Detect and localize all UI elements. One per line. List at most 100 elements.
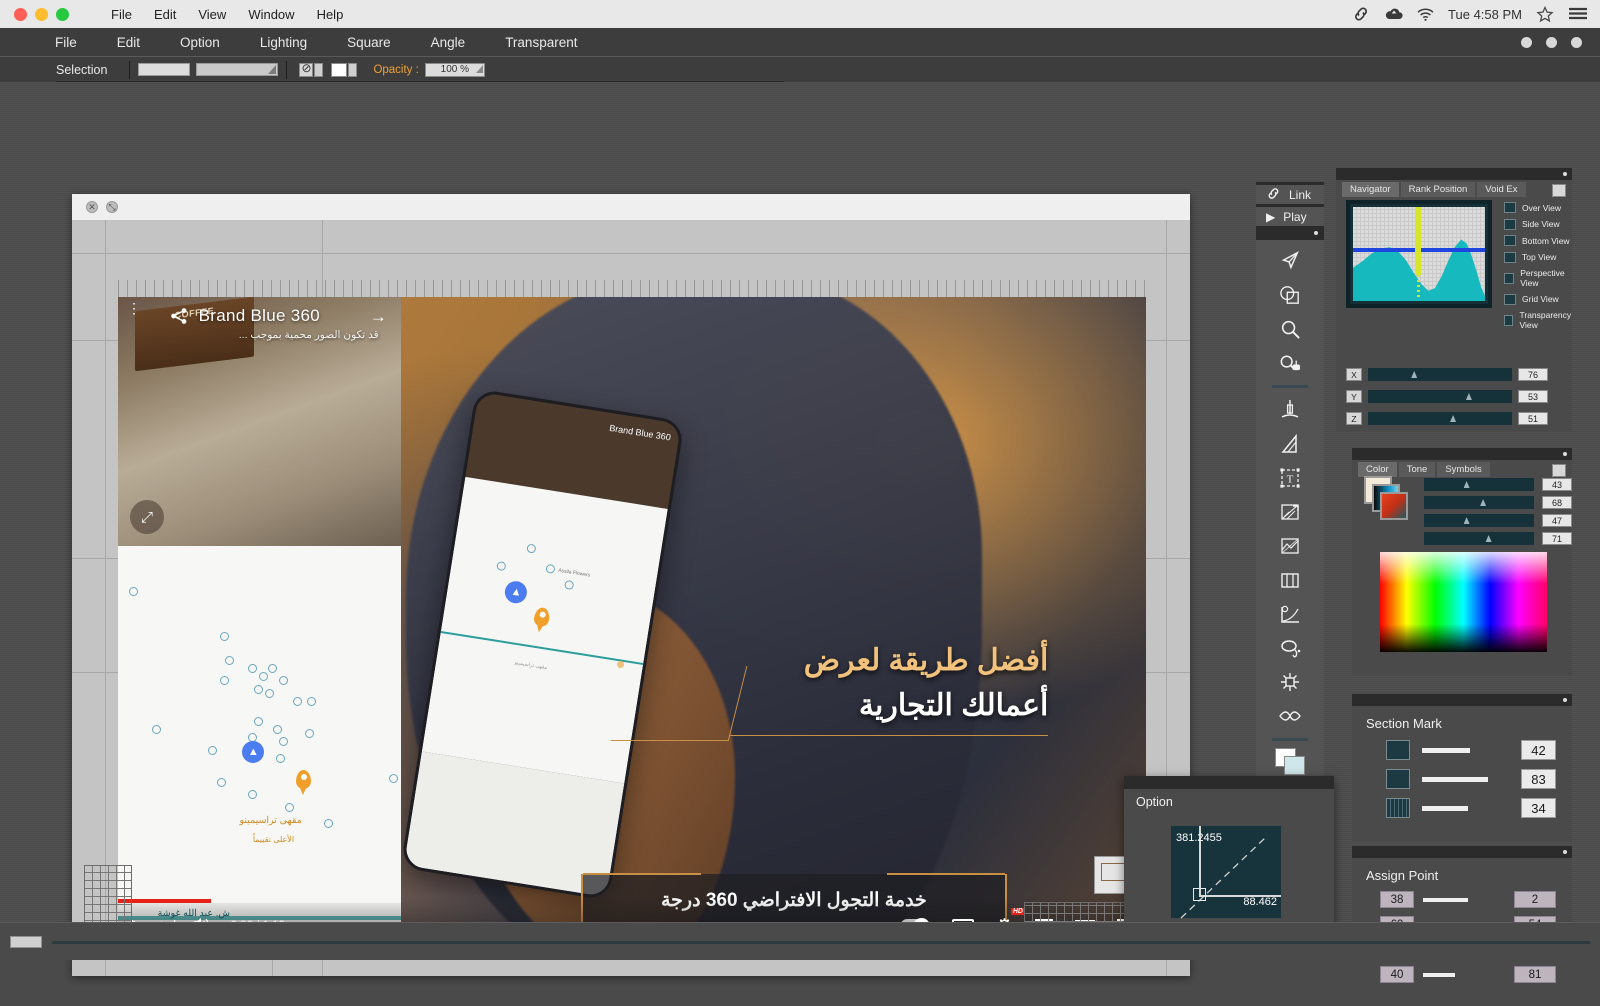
section-mark-row-1[interactable]: 42 <box>1386 740 1572 760</box>
color-slider-track-3[interactable] <box>1424 514 1534 527</box>
color-slider-row-4[interactable]: 71 <box>1424 532 1572 545</box>
gradient-mesh-icon[interactable] <box>1273 497 1307 527</box>
section-mark-title-bar[interactable] <box>1352 694 1572 706</box>
opacity-input[interactable]: 100 % <box>425 63 485 77</box>
view-option-perspective[interactable]: Perspective View <box>1504 268 1574 288</box>
section-swatch-1[interactable] <box>1386 740 1410 760</box>
link-icon[interactable] <box>1352 6 1370 22</box>
tab-void-ex[interactable]: Void Ex <box>1477 182 1525 197</box>
section-slider-2[interactable] <box>1422 777 1488 782</box>
style-preset-dropdown[interactable] <box>196 63 278 76</box>
no-fill-button[interactable] <box>299 63 313 77</box>
hamburger-menu-icon[interactable] <box>1568 6 1586 22</box>
slider-track-y[interactable] <box>1368 390 1512 403</box>
navigator-view-options[interactable]: Over View Side View Bottom View Top View… <box>1504 202 1574 330</box>
slider-track-z[interactable] <box>1368 412 1512 425</box>
section-mark-panel[interactable]: Section Mark 42 83 34 <box>1352 694 1572 842</box>
view-option-grid[interactable]: Grid View <box>1504 294 1574 305</box>
navigator-panel-menu-button[interactable] <box>1552 184 1566 197</box>
lasso-icon[interactable] <box>1273 633 1307 663</box>
view-option-bottom[interactable]: Bottom View <box>1504 235 1574 246</box>
macos-menu-window[interactable]: Window <box>248 7 294 22</box>
magnifier-add-icon[interactable] <box>1273 348 1307 378</box>
macos-menu-view[interactable]: View <box>198 7 226 22</box>
triangle-ruler-icon[interactable] <box>1273 429 1307 459</box>
slider-value-x[interactable]: 76 <box>1518 368 1548 381</box>
assign-left-4[interactable]: 40 <box>1380 966 1414 983</box>
expand-icon[interactable]: ⤢ <box>130 500 164 534</box>
checkbox-bottom-view[interactable] <box>1504 235 1516 246</box>
color-slider-value-3[interactable]: 47 <box>1542 514 1572 527</box>
link-button[interactable]: Link <box>1256 182 1324 204</box>
assign-slider-4[interactable] <box>1423 973 1455 977</box>
checkbox-transparency-view[interactable] <box>1504 315 1513 326</box>
progress-bar[interactable] <box>118 899 401 903</box>
maximize-window-button[interactable] <box>56 8 69 21</box>
current-location-marker[interactable]: ▲ <box>242 741 264 763</box>
color-slider-value-4[interactable]: 71 <box>1542 532 1572 545</box>
app-menu-bar[interactable]: File Edit Option Lighting Square Angle T… <box>0 28 1600 56</box>
section-swatch-3[interactable] <box>1386 798 1410 818</box>
section-swatch-2[interactable] <box>1386 769 1410 789</box>
section-slider-3[interactable] <box>1422 806 1468 811</box>
slider-track-x[interactable] <box>1368 368 1512 381</box>
assign-point-title-bar[interactable] <box>1352 846 1572 858</box>
section-value-1[interactable]: 42 <box>1521 740 1556 760</box>
section-value-2[interactable]: 83 <box>1521 769 1556 789</box>
stroke-color-swatch[interactable] <box>331 63 347 77</box>
view-option-transparency[interactable]: Transparency View <box>1504 310 1574 330</box>
window-dot-3[interactable] <box>1571 37 1582 48</box>
fill-stroke-swatches[interactable] <box>1273 748 1307 776</box>
video-player[interactable]: Brand Blue 360 ▲ Assila Flowers مقهى ترا… <box>118 297 1146 953</box>
text-box-icon[interactable]: T <box>1273 463 1307 493</box>
stroke-stepper[interactable] <box>348 63 357 77</box>
checkbox-over-view[interactable] <box>1504 202 1516 213</box>
doc-restore-icon[interactable]: ⤡ <box>106 201 118 213</box>
assign-right-1[interactable]: 2 <box>1514 891 1556 908</box>
view-option-top[interactable]: Top View <box>1504 252 1574 263</box>
window-control-dots[interactable] <box>1521 37 1582 48</box>
checkbox-top-view[interactable] <box>1504 252 1516 263</box>
slider-row-y[interactable]: Y 53 <box>1346 390 1548 403</box>
app-menu-lighting[interactable]: Lighting <box>260 35 307 50</box>
place-pin-icon[interactable] <box>296 770 311 789</box>
tab-color[interactable]: Color <box>1358 462 1397 477</box>
slider-value-z[interactable]: 51 <box>1518 412 1548 425</box>
window-dot-2[interactable] <box>1546 37 1557 48</box>
cloud-icon[interactable] <box>1384 6 1402 22</box>
color-spectrum-picker[interactable] <box>1380 552 1547 652</box>
assign-left-1[interactable]: 38 <box>1380 891 1414 908</box>
checkbox-side-view[interactable] <box>1504 219 1516 230</box>
macos-menu-file[interactable]: File <box>111 7 132 22</box>
tab-symbols[interactable]: Symbols <box>1437 462 1489 477</box>
color-chips[interactable] <box>1364 476 1408 522</box>
app-menu-square[interactable]: Square <box>347 35 391 50</box>
navigator-vertical-marker[interactable] <box>1415 207 1421 275</box>
app-menu-edit[interactable]: Edit <box>117 35 140 50</box>
shapes-union-icon[interactable] <box>1273 280 1307 310</box>
navigator-title-bar[interactable] <box>1336 168 1572 180</box>
section-mark-row-3[interactable]: 34 <box>1386 798 1572 818</box>
navigator-tabs[interactable]: Navigator Rank Position Void Ex <box>1336 180 1572 197</box>
app-menu-angle[interactable]: Angle <box>431 35 466 50</box>
color-chip-3[interactable] <box>1380 492 1408 520</box>
style-swatch-field[interactable] <box>138 63 190 76</box>
section-slider-1[interactable] <box>1422 748 1470 753</box>
tab-navigator[interactable]: Navigator <box>1342 182 1399 197</box>
option-dialog-title-bar[interactable] <box>1124 776 1334 789</box>
checkbox-grid-view[interactable] <box>1504 294 1516 305</box>
color-slider-row-1[interactable]: 43 <box>1424 478 1572 491</box>
star-icon[interactable] <box>1536 6 1554 22</box>
macos-menu-items[interactable]: File Edit View Window Help <box>111 7 343 22</box>
assign-point-row-1[interactable]: 38 2 <box>1380 891 1572 908</box>
navigator-plot[interactable] <box>1346 200 1492 308</box>
view-option-side[interactable]: Side View <box>1504 219 1574 230</box>
tool-palette[interactable]: T <box>1256 240 1324 796</box>
navigator-panel[interactable]: Navigator Rank Position Void Ex Over Vie… <box>1336 168 1572 432</box>
app-menu-option[interactable]: Option <box>180 35 220 50</box>
color-tabs[interactable]: Color Tone Symbols <box>1352 460 1572 477</box>
color-slider-value-1[interactable]: 43 <box>1542 478 1572 491</box>
slider-row-x[interactable]: X 76 <box>1346 368 1548 381</box>
color-slider-track-2[interactable] <box>1424 496 1534 509</box>
streetview-card[interactable]: COFFEE ⋮ Brand Blue 360 → قد تكون الصور … <box>118 297 401 953</box>
